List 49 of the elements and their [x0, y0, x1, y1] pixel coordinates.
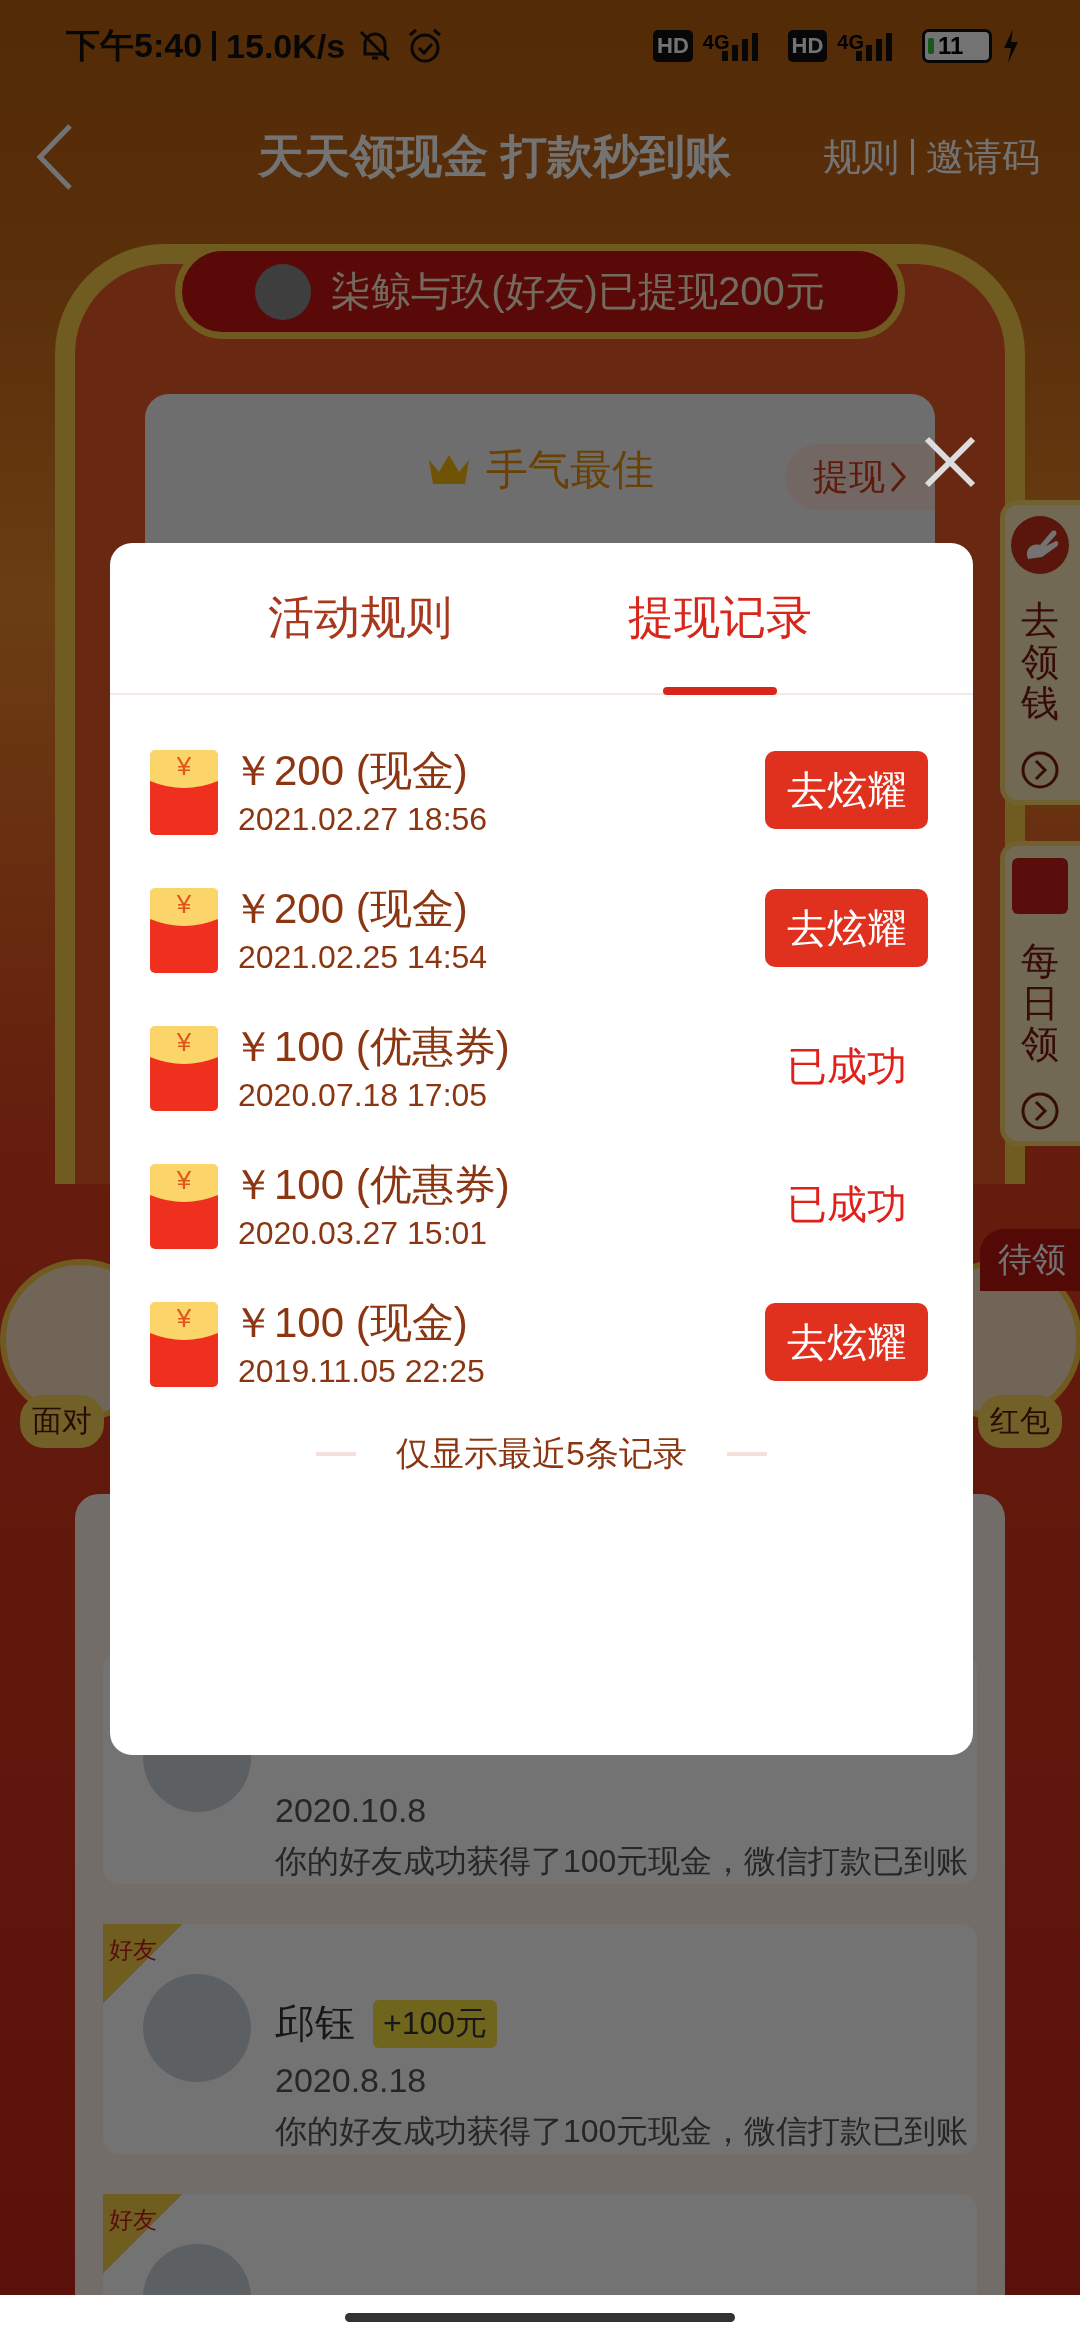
record-time: 2019.11.05 22:25	[238, 1352, 486, 1390]
header-link[interactable]: 规则	[823, 131, 899, 183]
network-speed: 15.0K/s	[226, 26, 346, 66]
page-title: 天天领现金 打款秒到账	[257, 129, 732, 184]
record-time: 2021.02.27 18:56	[238, 800, 489, 838]
withdraw-button[interactable]: 提现	[785, 444, 935, 510]
show-off-button[interactable]: 去炫耀	[765, 889, 928, 967]
gift-box-icon	[1010, 856, 1070, 916]
friend-message: 你的好友成功获得了100元现金，微信打款已到账	[275, 2112, 969, 2151]
network-type: 4G	[702, 31, 730, 54]
bonus-tag: +100元	[373, 1999, 498, 2048]
chevron-icon	[889, 460, 907, 494]
hand-icon	[1010, 515, 1070, 575]
friend-date: 2020.8.18	[275, 2061, 428, 2100]
charging-icon	[1002, 29, 1020, 63]
dialog-tab[interactable]: 活动规则	[210, 543, 510, 693]
friend-name: 邱钰	[275, 2000, 355, 2047]
friend-date: 2020.10.8	[275, 1791, 428, 1830]
status-time: 下午5:40	[66, 25, 203, 66]
shortcut-label[interactable]: 面对	[20, 1395, 104, 1448]
hd-badge: HD	[653, 30, 693, 62]
friend-message: 你的好友成功获得了100元现金，微信打款已到账	[275, 1842, 969, 1881]
side-tab[interactable]: 每日领	[1000, 841, 1080, 1146]
record-amount: ￥200 (现金)	[232, 745, 469, 796]
shortcut-label[interactable]: 红包	[978, 1395, 1062, 1448]
dialog-tab[interactable]: 提现记录	[570, 543, 870, 693]
record-time: 2020.03.27 15:01	[238, 1214, 489, 1252]
lucky-title: 手气最佳	[486, 445, 654, 495]
banner-text: 柒鲸与玖(好友)已提现200元	[331, 268, 825, 315]
record-status: 已成功	[785, 1042, 908, 1090]
record-amount: ￥100 (优惠券)	[232, 1021, 511, 1072]
side-tab[interactable]: 去领钱	[1000, 500, 1080, 805]
show-off-button[interactable]: 去炫耀	[765, 751, 928, 829]
chevron-icon	[1020, 1091, 1060, 1131]
header-link[interactable]: 邀请码	[926, 131, 1040, 183]
record-amount: ￥100 (现金)	[232, 1297, 469, 1348]
battery-icon: 11	[922, 29, 992, 63]
show-off-button[interactable]: 去炫耀	[765, 1303, 928, 1381]
record-status: 已成功	[785, 1180, 908, 1228]
record-time: 2021.02.25 14:54	[238, 938, 489, 976]
record-amount: ￥200 (现金)	[232, 883, 469, 934]
record-time: 2020.07.18 17:05	[238, 1076, 489, 1114]
network-type: 4G	[837, 31, 864, 54]
pending-tag: 待领	[980, 1229, 1080, 1291]
chevron-icon	[1020, 750, 1060, 790]
hd-badge: HD	[787, 30, 828, 62]
record-amount: ￥100 (优惠券)	[232, 1159, 511, 1210]
records-note: 仅显示最近5条记录	[396, 1433, 687, 1474]
close-button[interactable]	[922, 434, 978, 490]
